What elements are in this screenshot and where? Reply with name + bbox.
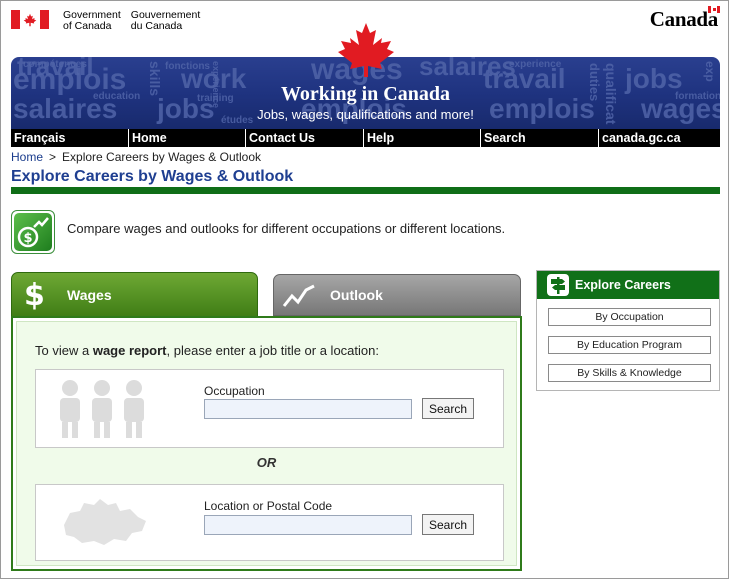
- tab-outlook-label: Outlook: [330, 287, 383, 303]
- canada-wordmark: Canada: [649, 6, 720, 31]
- sidebar-header: Explore Careers: [537, 271, 719, 299]
- by-skills-knowledge-button[interactable]: By Skills & Knowledge: [548, 364, 711, 382]
- canada-flag-icon: [11, 10, 49, 29]
- main-nav: Français Home Contact Us Help Search can…: [11, 129, 720, 147]
- intro-text: Compare wages and outlooks for different…: [67, 221, 506, 236]
- occupation-input[interactable]: [204, 399, 412, 419]
- maple-leaf-icon: [338, 23, 394, 77]
- nav-search[interactable]: Search: [481, 129, 599, 147]
- sidebar-title: Explore Careers: [575, 278, 671, 292]
- wordmark-flag-icon: [708, 6, 720, 13]
- tab-outlook[interactable]: Outlook: [273, 274, 521, 316]
- nav-canada-gc-ca[interactable]: canada.gc.ca: [599, 129, 720, 147]
- breadcrumb-home[interactable]: Home: [11, 150, 43, 164]
- breadcrumb: Home > Explore Careers by Wages & Outlook: [11, 150, 261, 164]
- or-separator: OR: [256, 455, 277, 470]
- page-title: Explore Careers by Wages & Outlook: [11, 168, 294, 185]
- location-input[interactable]: [204, 515, 412, 535]
- nav-help[interactable]: Help: [364, 129, 481, 147]
- fip-french: Gouvernement du Canada: [131, 10, 200, 32]
- title-divider: [11, 187, 720, 194]
- by-education-program-button[interactable]: By Education Program: [548, 336, 711, 354]
- occupation-search-button[interactable]: Search: [422, 398, 474, 419]
- trend-chart-icon: [282, 284, 315, 307]
- page-frame: Government of Canada Gouvernement du Can…: [0, 0, 729, 579]
- explore-careers-sidebar: Explore Careers By Occupation By Educati…: [536, 270, 720, 391]
- nav-contact-us[interactable]: Contact Us: [246, 129, 364, 147]
- signpost-icon: [547, 274, 569, 296]
- banner-subtitle: Jobs, wages, qualifications and more!: [257, 107, 474, 122]
- nav-francais[interactable]: Français: [11, 129, 129, 147]
- occupation-search-box: Occupation Search: [35, 369, 504, 448]
- tab-wages-label: Wages: [67, 287, 112, 303]
- location-search-box: Location or Postal Code Search: [35, 484, 504, 561]
- breadcrumb-current: Explore Careers by Wages & Outlook: [62, 150, 262, 164]
- tab-wages[interactable]: $ Wages: [11, 272, 258, 318]
- breadcrumb-separator: >: [49, 150, 57, 164]
- canada-map-icon: [64, 499, 146, 545]
- by-occupation-button[interactable]: By Occupation: [548, 308, 711, 326]
- government-signature: Government of Canada Gouvernement du Can…: [11, 10, 200, 32]
- location-search-button[interactable]: Search: [422, 514, 474, 535]
- wage-outlook-icon: $: [11, 210, 55, 254]
- svg-text:$: $: [23, 231, 32, 246]
- fip-english: Government of Canada: [63, 10, 121, 32]
- nav-home[interactable]: Home: [129, 129, 246, 147]
- banner-title: Working in Canada: [281, 83, 450, 105]
- wages-panel: To view a wage report, please enter a jo…: [11, 316, 522, 571]
- wage-report-instructions: To view a wage report, please enter a jo…: [35, 343, 379, 358]
- occupation-label: Occupation: [204, 384, 265, 398]
- dollar-icon: $: [24, 278, 45, 313]
- workers-illustration-icon: [60, 380, 144, 438]
- location-label: Location or Postal Code: [204, 499, 333, 513]
- fip-english-line2: of Canada: [63, 20, 112, 32]
- fip-french-line2: du Canada: [130, 20, 183, 32]
